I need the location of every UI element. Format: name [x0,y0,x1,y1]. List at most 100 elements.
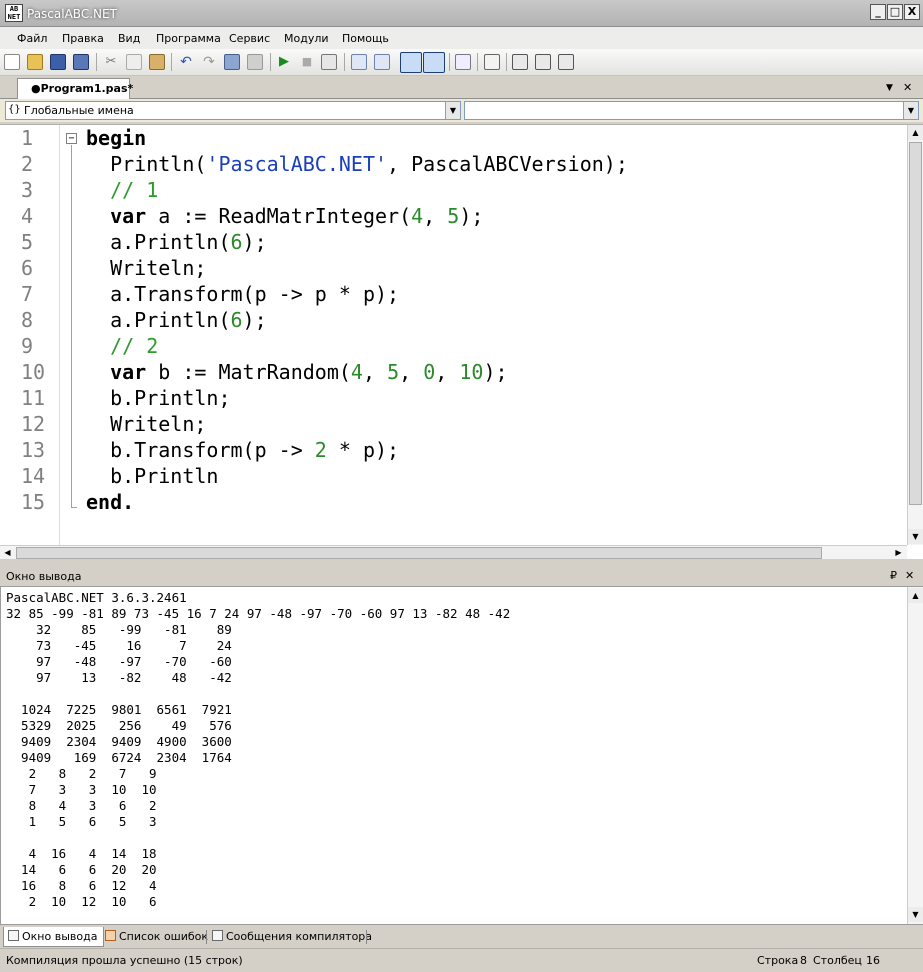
replace-icon[interactable] [247,54,263,70]
code-line[interactable]: b.Println; [86,385,231,411]
toolbar-separator [96,53,97,71]
toggle-input-icon[interactable] [423,52,445,73]
code-editor[interactable]: − begin Println('PascalABC.NET', PascalA… [0,124,923,560]
close-tab-icon[interactable]: ✕ [903,81,912,94]
chevron-down-icon[interactable]: ▼ [903,102,918,119]
redo-icon[interactable]: ↷ [201,54,217,70]
code-line[interactable]: begin [86,125,146,151]
tab-program1[interactable]: ●Program1.pas* [17,78,133,99]
code-line[interactable]: end. [86,489,134,515]
close-window-button[interactable]: X [904,4,920,20]
find-icon[interactable] [224,54,240,70]
output-line: 16 8 6 12 4 [6,878,157,893]
code-token: 5 [387,360,400,384]
line-number: 10 [21,360,46,384]
code-line[interactable]: var a := ReadMatrInteger(4, 5); [86,203,483,229]
tab-output-window[interactable]: Окно вывода [3,927,105,947]
copy-icon[interactable] [126,54,142,70]
debug-2-icon[interactable] [535,54,551,70]
line-number: 8 [21,308,34,332]
minimize-button[interactable]: _ [870,4,886,20]
fold-toggle-icon[interactable]: − [66,133,77,144]
save-all-icon[interactable] [73,54,89,70]
code-line[interactable]: // 1 [86,177,158,203]
line-number: 11 [21,386,46,410]
cut-icon[interactable]: ✂ [103,54,119,70]
menu-file[interactable]: Файл [17,32,47,45]
maximize-button[interactable]: □ [887,4,903,20]
bottom-tab-bar: Окно вывода Список ошибок Сообщения комп… [0,924,923,948]
menu-service[interactable]: Сервис [229,32,270,45]
code-line[interactable]: // 2 [86,333,158,359]
scroll-left-icon[interactable]: ◀ [0,546,15,560]
toolbar-separator [477,53,478,71]
code-line[interactable]: a.Println(6); [86,307,267,333]
editor-vscroll-thumb[interactable] [909,142,922,505]
tab-error-list[interactable]: Список ошибок [101,927,214,947]
format-icon[interactable] [455,54,471,70]
code-token: * p); [326,438,400,462]
output-window[interactable]: PascalABC.NET 3.6.3.2461 32 85 -99 -81 89… [0,587,923,924]
menu-program[interactable]: Программа [156,32,221,45]
code-token: 5 [447,204,460,228]
step-over-icon[interactable] [351,54,367,70]
code-line[interactable]: var b := MatrRandom(4, 5, 0, 10); [86,359,508,385]
menu-view[interactable]: Вид [118,32,140,45]
code-token: b.Println; [86,386,231,410]
code-line[interactable]: b.Println [86,463,218,489]
step-into-icon[interactable] [374,54,390,70]
tab-compiler-messages[interactable]: Сообщения компилятора [208,927,378,947]
scroll-up-icon[interactable]: ▲ [908,125,923,140]
close-output-icon[interactable]: ✕ [905,569,914,582]
form-designer-icon[interactable] [484,54,500,70]
scope-select[interactable]: {} Глобальные имена ▼ [5,101,461,120]
save-icon[interactable] [50,54,66,70]
chevron-down-icon[interactable]: ▼ [445,102,460,119]
new-file-icon[interactable] [4,54,20,70]
menu-modules[interactable]: Модули [284,32,329,45]
code-line[interactable]: Println('PascalABC.NET', PascalABCVersio… [86,151,628,177]
scroll-up-icon[interactable]: ▲ [908,588,923,603]
output-line: 2 10 12 10 6 [6,894,157,909]
scroll-right-icon[interactable]: ▶ [891,546,906,560]
output-line: 9409 169 6724 2304 1764 [6,750,232,765]
column-label: Столбец [813,954,862,967]
editor-vertical-scrollbar[interactable]: ▲ ▼ [907,125,923,545]
editor-horizontal-scrollbar[interactable]: ◀ ▶ [0,545,907,560]
editor-hscroll-thumb[interactable] [16,547,822,559]
code-token: ); [483,360,508,384]
code-line[interactable]: a.Transform(p -> p * p); [86,281,399,307]
code-line[interactable]: b.Transform(p -> 2 * p); [86,437,399,463]
pin-icon[interactable]: ₽ [890,569,897,582]
tab-list-icon[interactable]: ▼ [886,83,893,93]
code-token: 'PascalABC.NET' [206,152,388,176]
run-icon[interactable]: ▶ [276,54,292,70]
code-line[interactable]: Writeln; [86,411,206,437]
stop-icon[interactable]: ■ [299,54,315,70]
menu-help[interactable]: Помощь [342,32,389,45]
line-number: 14 [21,464,46,488]
output-line: 5329 2025 256 49 576 [6,718,232,733]
compile-icon[interactable] [321,54,337,70]
code-token: // 2 [86,334,159,358]
undo-icon[interactable]: ↶ [178,54,194,70]
scroll-down-icon[interactable]: ▼ [908,907,923,922]
menu-edit[interactable]: Правка [62,32,104,45]
debug-3-icon[interactable] [558,54,574,70]
code-token: Println( [86,152,207,176]
code-line[interactable]: a.Println(6); [86,229,267,255]
debug-1-icon[interactable] [512,54,528,70]
scroll-down-icon[interactable]: ▼ [908,529,923,544]
toggle-output-icon[interactable] [400,52,422,73]
code-line[interactable]: Writeln; [86,255,206,281]
open-file-icon[interactable] [27,54,43,70]
line-number: 1 [21,126,34,150]
code-token: a := ReadMatrInteger( [146,204,412,228]
app-icon[interactable]: AB NET [5,4,23,22]
output-vertical-scrollbar[interactable]: ▲ ▼ [907,587,923,924]
paste-icon[interactable] [149,54,165,70]
member-select[interactable]: ▼ [464,101,919,120]
